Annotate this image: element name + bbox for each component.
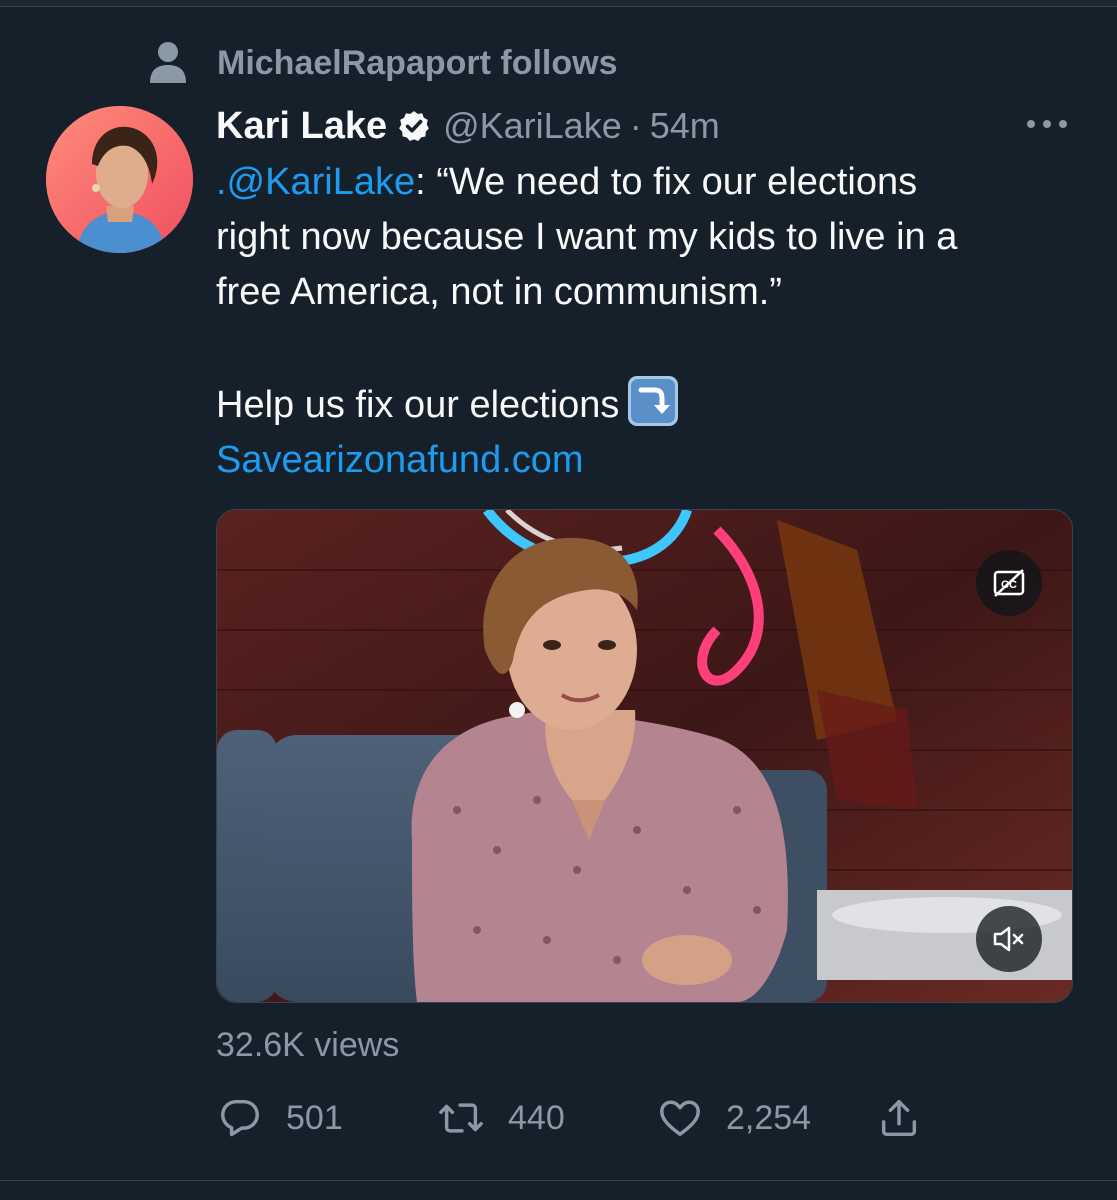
heart-icon — [660, 1100, 700, 1137]
tweet-text: .@KariLake: “We need to fix our election… — [216, 155, 1076, 488]
action-bar: 501 440 2,254 — [216, 1090, 936, 1146]
tweet-header: Kari Lake @KariLake · 54m — [216, 100, 720, 152]
video-frame — [217, 510, 1072, 1002]
video-player[interactable]: CC — [216, 509, 1073, 1003]
top-divider — [0, 0, 1117, 7]
retweet-icon — [439, 1103, 483, 1133]
tweet-line-2: right now because I want my kids to live… — [216, 216, 958, 258]
avatar[interactable] — [46, 106, 193, 253]
reply-button[interactable]: 501 — [216, 1090, 343, 1146]
tweet-line-4: Help us fix our elections — [216, 375, 1076, 433]
tweet-line-1: .@KariLake: “We need to fix our election… — [216, 155, 1076, 210]
display-name[interactable]: Kari Lake — [216, 105, 387, 148]
more-options-icon[interactable] — [1025, 116, 1069, 132]
retweet-count: 440 — [508, 1098, 565, 1137]
bottom-band — [0, 1181, 1117, 1200]
share-icon — [881, 1099, 917, 1137]
mention-link[interactable]: .@KariLake — [216, 161, 415, 203]
social-context-text: MichaelRapaport follows — [217, 43, 618, 82]
separator-dot: · — [629, 105, 642, 146]
handle[interactable]: @KariLake — [443, 105, 622, 147]
timestamp[interactable]: 54m — [650, 105, 720, 147]
like-button[interactable]: 2,254 — [656, 1090, 811, 1146]
external-link[interactable]: Savearizonafund.com — [216, 433, 1076, 488]
share-button[interactable] — [876, 1090, 944, 1146]
arrow-right-curving-down-icon — [627, 375, 679, 427]
closed-captions-off-icon: CC — [993, 568, 1025, 598]
reply-count: 501 — [286, 1098, 343, 1137]
view-count[interactable]: 32.6K views — [216, 1026, 399, 1065]
tweet-line-4-text: Help us fix our elections — [216, 384, 620, 426]
verified-badge-icon — [397, 109, 431, 143]
unmute-button[interactable] — [976, 906, 1042, 972]
tweet-line-1-text: : “We need to fix our elections — [415, 161, 918, 203]
captions-toggle-button[interactable]: CC — [976, 550, 1042, 616]
social-context[interactable]: MichaelRapaport follows — [145, 40, 618, 86]
retweet-button[interactable]: 440 — [436, 1090, 565, 1146]
person-icon — [145, 40, 191, 86]
like-count: 2,254 — [726, 1098, 812, 1137]
reply-icon — [221, 1099, 259, 1137]
muted-speaker-icon — [992, 925, 1026, 953]
tweet-line-3: free America, not in communism.” — [216, 271, 782, 313]
